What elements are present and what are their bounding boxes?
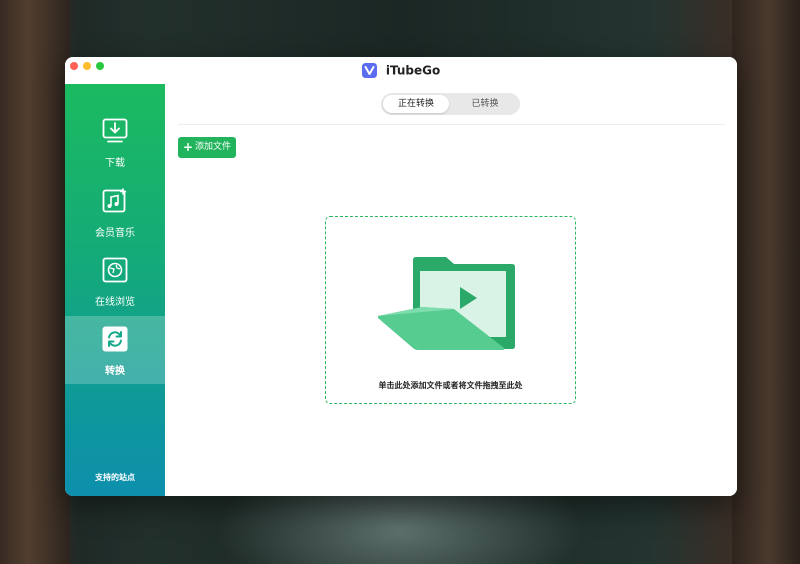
app-logo-icon [361,63,377,78]
title-bar: iTubeGo [65,57,737,84]
main-panel: 正在转换 已转换 + 添加文件 单击此处添加文件或者将文件拖拽至此处 [165,84,737,496]
music-icon [102,188,127,213]
drop-hint-text: 单击此处添加文件或者将文件拖拽至此处 [378,381,523,390]
conversion-tabs: 正在转换 已转换 [381,93,520,115]
plus-icon: + [183,140,194,154]
convert-icon [102,326,128,352]
sidebar-item-download[interactable]: 下载 [65,108,165,176]
sidebar-item-online-browse[interactable]: 在线浏览 [65,247,165,315]
app-name: iTubeGo [385,63,441,78]
app-window: iTubeGo 下载 会员音乐 在线浏览 转换 支持的站点 正在转换 已转换 +… [65,57,737,496]
download-icon [102,118,128,143]
drop-zone[interactable]: 单击此处添加文件或者将文件拖拽至此处 [325,216,576,404]
add-file-label: 添加文件 [195,142,232,152]
sidebar-item-label: 下载 [105,158,125,169]
video-folder-icon [378,257,515,350]
tab-converting[interactable]: 正在转换 [383,95,449,113]
sidebar-item-label: 会员音乐 [95,228,135,239]
tab-converted[interactable]: 已转换 [452,95,518,113]
sidebar-item-member-music[interactable]: 会员音乐 [65,178,165,246]
sidebar: 下载 会员音乐 在线浏览 转换 支持的站点 [65,84,165,496]
supported-sites-link[interactable]: 支持的站点 [65,472,165,483]
divider [178,124,725,125]
wallpaper-tree-left [0,0,70,564]
browser-icon [102,257,128,283]
sidebar-item-label: 转换 [105,366,125,377]
sidebar-item-convert[interactable]: 转换 [65,316,165,384]
add-file-button[interactable]: + 添加文件 [178,137,236,158]
window-title: iTubeGo [65,63,737,78]
wallpaper-tree-right [732,0,800,564]
sidebar-item-label: 在线浏览 [95,297,135,308]
